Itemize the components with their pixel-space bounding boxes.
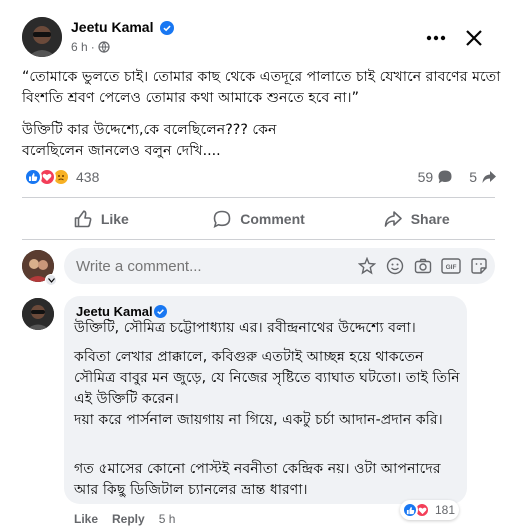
like-reaction-icon: [402, 502, 418, 518]
reactions-summary[interactable]: 438: [24, 166, 99, 188]
post-text-paragraph-1: “তোমাকে ভুলতে চাই। তোমার কাছ থেকে এতদূরে…: [22, 69, 501, 106]
like-label: Like: [100, 210, 129, 227]
comment-author-avatar[interactable]: [22, 298, 54, 330]
comment-button[interactable]: Comment: [180, 198, 338, 239]
comment-bubble-icon: [438, 170, 452, 184]
comment-reactions[interactable]: 181: [400, 500, 460, 520]
more-icon: [426, 35, 446, 41]
share-count[interactable]: 5: [469, 169, 497, 185]
chevron-down-icon[interactable]: [45, 274, 57, 286]
comment-like-button[interactable]: Like: [74, 512, 98, 526]
reaction-count[interactable]: 438: [76, 169, 99, 185]
comment-count[interactable]: 59: [418, 169, 454, 185]
globe-icon: [98, 41, 110, 53]
comment-paragraph-2: কবিতা লেখার প্রাক্কালে, কবিগুরু এতটাই আচ…: [74, 349, 460, 407]
post-header: Jeetu Kamal 6 h ·: [0, 0, 517, 62]
share-count-value: 5: [469, 169, 477, 185]
share-icon: [384, 210, 402, 227]
comment-reply-button[interactable]: Reply: [112, 512, 145, 526]
share-button[interactable]: Share: [337, 198, 495, 239]
svg-text:GIF: GIF: [446, 264, 457, 271]
like-button[interactable]: Like: [22, 198, 180, 239]
avatar-sticker-icon[interactable]: [357, 256, 377, 276]
comment-author-name[interactable]: Jeetu Kamal: [76, 304, 153, 319]
divider: [22, 239, 495, 240]
close-button[interactable]: [460, 24, 488, 52]
like-icon: [74, 209, 92, 227]
camera-icon[interactable]: [413, 256, 433, 276]
comment-icon: [213, 210, 231, 228]
post-meta: 6 h ·: [71, 40, 110, 54]
comment-time[interactable]: 5 h: [159, 512, 176, 526]
comment-paragraph-3: দয়া করে পার্সনাল জায়গায় না গিয়ে, একট…: [74, 412, 443, 428]
like-reaction-icon: [24, 168, 42, 186]
close-icon: [466, 30, 482, 46]
gif-icon[interactable]: GIF: [441, 256, 461, 276]
post-stats: 59 5: [402, 166, 497, 188]
verified-icon: [160, 21, 174, 35]
comment-label: Comment: [240, 210, 305, 227]
comment-bubble: Jeetu Kamal উক্তিটি, সৌমিত্র চট্টোপাধ্যা…: [64, 296, 467, 504]
meta-separator: ·: [90, 40, 95, 54]
post-action-bar: Like Comment Share: [22, 198, 495, 239]
more-options-button[interactable]: [424, 26, 448, 50]
author-name[interactable]: Jeetu Kamal: [71, 19, 153, 35]
comment-reaction-count: 181: [435, 503, 456, 517]
comment-paragraph-1: উক্তিটি, সৌমিত্র চট্টোপাধ্যায় এর। রবীন্…: [74, 320, 416, 336]
verified-icon: [154, 305, 167, 318]
share-label: Share: [410, 210, 450, 227]
post-time[interactable]: 6 h: [71, 40, 88, 54]
emoji-icon[interactable]: [385, 256, 405, 276]
comment-count-value: 59: [417, 169, 434, 185]
share-arrow-icon: [482, 171, 496, 183]
comment-actions: Like Reply 5 h: [74, 512, 175, 526]
composer-tools: GIF: [357, 256, 489, 276]
comment-paragraph-4: গত ৫মাসের কোনো পোস্টই নবনীতা কেন্দ্রিক ন…: [74, 461, 441, 498]
author-avatar[interactable]: [22, 17, 62, 57]
stickers-icon[interactable]: [469, 256, 489, 276]
comment-input[interactable]: [76, 257, 316, 275]
post-text-paragraph-2: উক্তিটি কার উদ্দেশ্যে,কে বলেছিলেন??? কেন…: [22, 122, 277, 159]
comment-composer: GIF: [64, 248, 495, 284]
